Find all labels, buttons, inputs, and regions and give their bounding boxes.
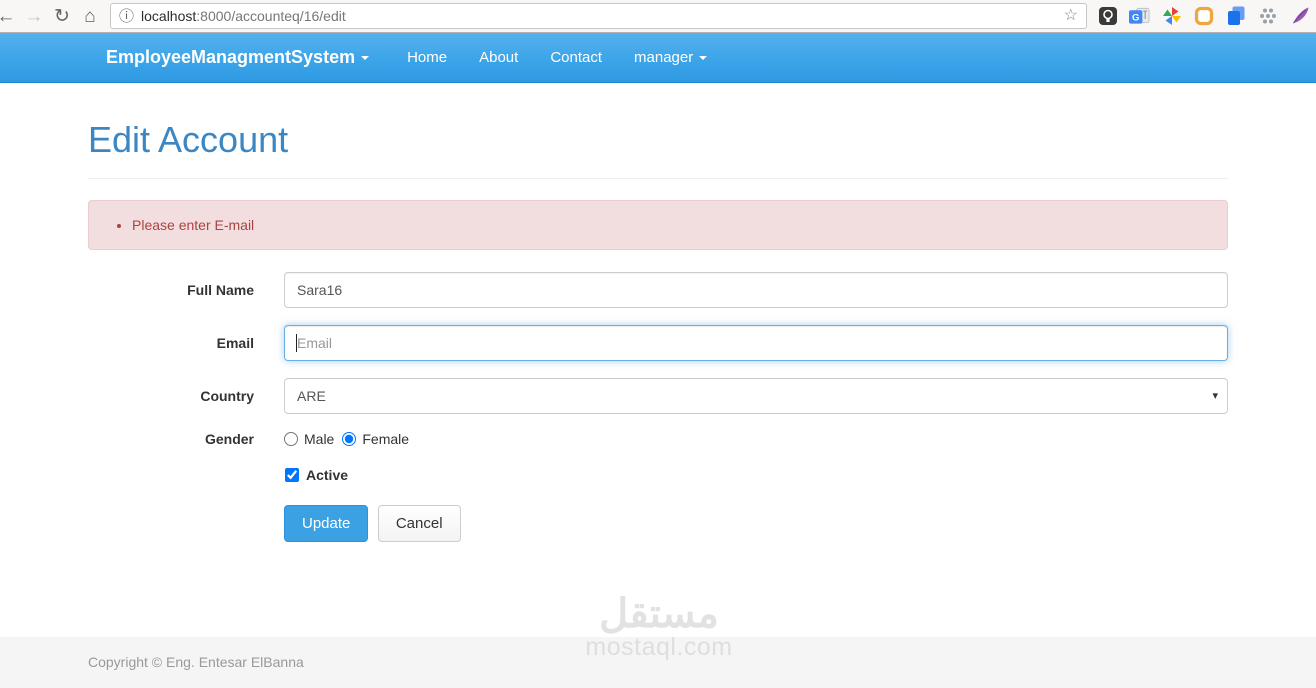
url-path: :8000/accounteq/16/edit [196, 8, 346, 24]
email-label: Email [216, 335, 254, 351]
gender-row: Gender Male Female [88, 431, 1228, 447]
validation-message: Please enter E-mail [132, 217, 1212, 233]
url-text[interactable]: localhost:8000/accounteq/16/edit [141, 8, 1064, 24]
navbar-brand[interactable]: EmployeeManagmentSystem [106, 47, 370, 68]
bookmark-star-icon[interactable]: ☆ [1064, 8, 1078, 24]
app-navbar: EmployeeManagmentSystem Home About Conta… [0, 33, 1316, 83]
nav-item-home[interactable]: Home [391, 49, 463, 66]
cancel-button[interactable]: Cancel [377, 505, 461, 542]
edit-account-form: Full Name Email Country ARE ▾ [88, 272, 1228, 542]
nav-item-about[interactable]: About [463, 49, 534, 66]
nav-item-label: Contact [550, 49, 603, 66]
gender-radio-female[interactable] [342, 432, 357, 446]
gender-radio-male[interactable] [284, 432, 298, 446]
gender-label: Gender [204, 431, 254, 447]
active-label: Active [306, 467, 349, 483]
gender-female-label: Female [362, 431, 410, 447]
refresh-icon[interactable]: ↻ [48, 2, 76, 30]
svg-text:G: G [1132, 12, 1139, 23]
forward-icon[interactable]: → [20, 2, 48, 30]
page-title: Edit Account [88, 119, 289, 160]
nav-item-label: About [479, 49, 519, 66]
active-checkbox[interactable] [285, 468, 299, 482]
chevron-down-icon [699, 55, 708, 60]
copyright-text: Copyright © Eng. Entesar ElBanna [88, 653, 304, 670]
dots-grid-extension-icon[interactable] [1257, 6, 1278, 27]
active-row: Active [88, 467, 1228, 483]
extension-icons: G [1097, 6, 1310, 27]
validation-alert: Please enter E-mail [88, 200, 1228, 250]
back-icon[interactable]: ← [0, 2, 20, 30]
full-name-label: Full Name [187, 282, 254, 298]
blue-docs-extension-icon[interactable] [1225, 6, 1246, 27]
nav-item-label: Home [407, 49, 448, 66]
translate-extension-icon[interactable]: G [1129, 6, 1150, 27]
page-info-icon[interactable]: ⓘ [119, 9, 134, 24]
title-divider [88, 178, 1228, 179]
country-select[interactable]: ARE [284, 378, 1228, 414]
country-row: Country ARE ▾ [88, 378, 1228, 414]
nav-item-contact[interactable]: Contact [534, 49, 618, 66]
url-host: localhost [141, 8, 197, 24]
page-footer: Copyright © Eng. Entesar ElBanna [0, 637, 1316, 688]
nav-item-manager-dropdown[interactable]: manager [618, 49, 723, 66]
nav-item-label: manager [634, 49, 694, 66]
home-icon[interactable]: ⌂ [76, 2, 104, 30]
orange-square-extension-icon[interactable] [1193, 6, 1214, 27]
feather-extension-icon[interactable] [1289, 6, 1310, 27]
text-cursor [296, 334, 297, 352]
browser-window: { "browser": { "url": { "host": "localho… [0, 0, 1316, 688]
email-field[interactable] [284, 325, 1228, 361]
country-label: Country [200, 388, 254, 404]
email-row: Email [88, 325, 1228, 361]
browser-chrome: ← → ↻ ⌂ ⓘ localhost:8000/accounteq/16/ed… [0, 0, 1316, 33]
pinwheel-extension-icon[interactable] [1161, 6, 1182, 27]
buttons-row: Update Cancel [88, 505, 1228, 542]
lightbulb-extension-icon[interactable] [1097, 6, 1118, 27]
gender-male-label: Male [304, 431, 335, 447]
chevron-down-icon [361, 55, 370, 60]
full-name-row: Full Name [88, 272, 1228, 308]
address-bar[interactable]: ⓘ localhost:8000/accounteq/16/edit ☆ [110, 3, 1087, 29]
page-content: Edit Account Please enter E-mail Full Na… [0, 83, 1316, 637]
full-name-field[interactable] [284, 272, 1228, 308]
update-button[interactable]: Update [284, 505, 369, 542]
navbar-brand-label: EmployeeManagmentSystem [106, 47, 356, 67]
